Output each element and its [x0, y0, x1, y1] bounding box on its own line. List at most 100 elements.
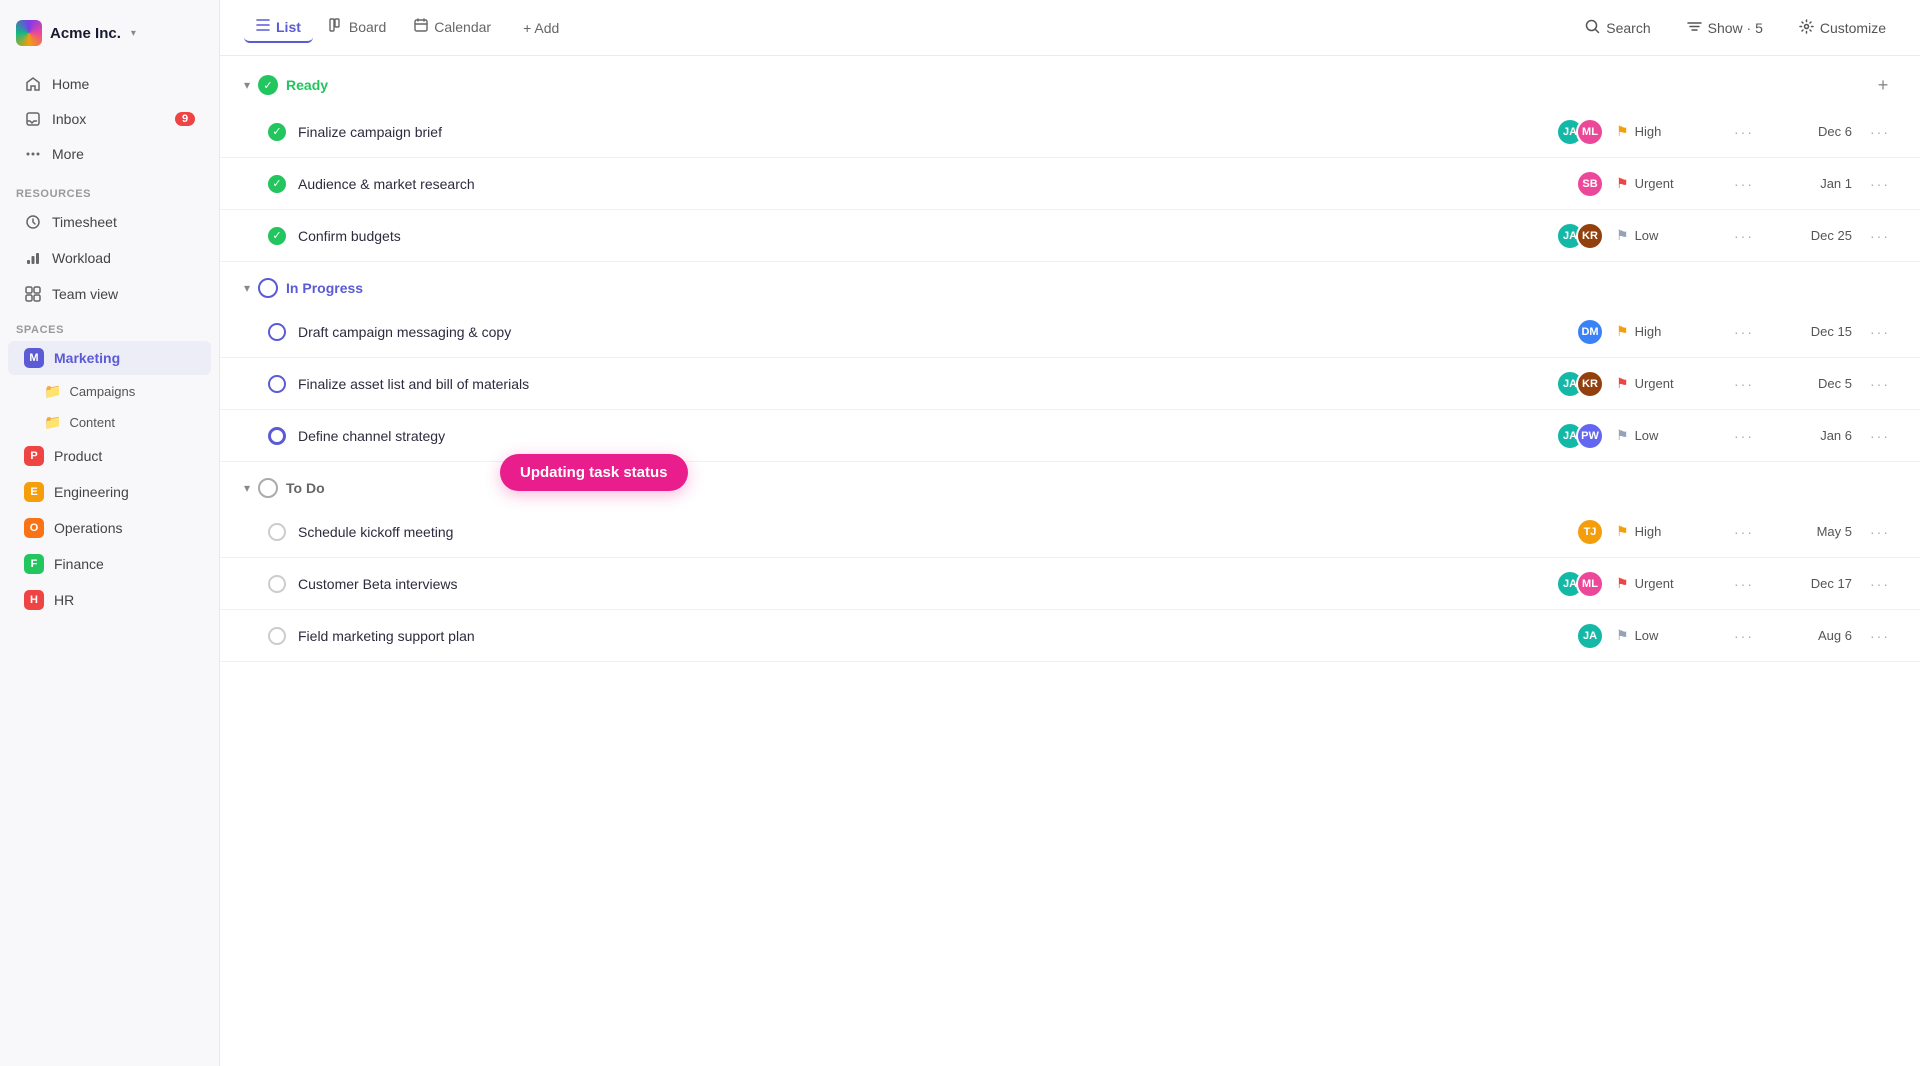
sidebar-item-campaigns[interactable]: 📁 Campaigns	[8, 377, 211, 406]
sidebar-item-timesheet[interactable]: Timesheet	[8, 205, 211, 239]
task-date-t9: Aug 6	[1772, 628, 1852, 643]
add-button[interactable]: + Add	[511, 14, 571, 42]
sidebar-item-inbox-label: Inbox	[52, 111, 86, 127]
task-avatars-t6: JA PW	[1556, 422, 1604, 450]
task-more-t1[interactable]: ···	[1728, 120, 1760, 144]
app-name: Acme Inc.	[50, 25, 121, 42]
sidebar-item-engineering[interactable]: E Engineering	[8, 475, 211, 509]
flag-icon: ⚑	[1616, 627, 1629, 644]
sidebar-item-inbox[interactable]: Inbox 9	[8, 102, 211, 136]
flag-icon: ⚑	[1616, 175, 1629, 192]
updating-task-status-tooltip: Updating task status	[500, 454, 688, 491]
sidebar-item-content[interactable]: 📁 Content	[8, 408, 211, 437]
task-options-t6[interactable]: ···	[1864, 424, 1896, 448]
sidebar-item-more[interactable]: More	[8, 137, 211, 171]
task-name-t4: Draft campaign messaging & copy	[298, 324, 1564, 340]
section-todo-header[interactable]: ▾ To Do	[220, 462, 1920, 506]
main-nav: Home Inbox 9 More	[0, 62, 219, 176]
task-options-t5[interactable]: ···	[1864, 372, 1896, 396]
customize-label: Customize	[1820, 20, 1886, 36]
ready-add-button[interactable]: +	[1870, 72, 1896, 98]
task-date-t3: Dec 25	[1772, 228, 1852, 243]
topbar: List Board Calendar + Add	[220, 0, 1920, 56]
task-options-t3[interactable]: ···	[1864, 224, 1896, 248]
todo-section-label: To Do	[286, 480, 325, 496]
task-options-t9[interactable]: ···	[1864, 624, 1896, 648]
priority-label-t4: High	[1635, 324, 1662, 339]
avatar: SB	[1576, 170, 1604, 198]
avatar: KR	[1576, 370, 1604, 398]
task-more-t5[interactable]: ···	[1728, 372, 1760, 396]
sidebar-item-teamview[interactable]: Team view	[8, 277, 211, 311]
sidebar-item-operations[interactable]: O Operations	[8, 511, 211, 545]
table-row: Customer Beta interviews JA ML ⚑ Urgent …	[220, 558, 1920, 610]
sidebar-item-finance[interactable]: F Finance	[8, 547, 211, 581]
priority-label-t5: Urgent	[1635, 376, 1674, 391]
task-name-t3: Confirm budgets	[298, 228, 1544, 244]
task-options-t8[interactable]: ···	[1864, 572, 1896, 596]
table-row: Finalize asset list and bill of material…	[220, 358, 1920, 410]
task-more-t6[interactable]: ···	[1728, 424, 1760, 448]
task-list: ▾ ✓ Ready + ✓ Finalize campaign brief JA…	[220, 56, 1920, 1066]
task-status-t3[interactable]: ✓	[268, 227, 286, 245]
task-status-t7[interactable]	[268, 523, 286, 541]
task-avatars-t8: JA ML	[1556, 570, 1604, 598]
section-ready-header[interactable]: ▾ ✓ Ready +	[220, 56, 1920, 106]
task-more-t8[interactable]: ···	[1728, 572, 1760, 596]
task-more-t9[interactable]: ···	[1728, 624, 1760, 648]
tab-list[interactable]: List	[244, 12, 313, 43]
chevron-down-icon: ▾	[131, 28, 136, 39]
sidebar-item-workload-label: Workload	[52, 250, 111, 266]
inprogress-status-icon	[258, 278, 278, 298]
task-more-t4[interactable]: ···	[1728, 320, 1760, 344]
customize-button[interactable]: Customize	[1789, 13, 1896, 43]
sidebar-item-marketing[interactable]: M Marketing	[8, 341, 211, 375]
avatar: DM	[1576, 318, 1604, 346]
task-options-t7[interactable]: ···	[1864, 520, 1896, 544]
task-status-t1[interactable]: ✓	[268, 123, 286, 141]
flag-icon: ⚑	[1616, 575, 1629, 592]
task-options-t4[interactable]: ···	[1864, 320, 1896, 344]
show-icon	[1687, 19, 1702, 37]
sidebar-item-workload[interactable]: Workload	[8, 241, 211, 275]
task-avatars-t2: SB	[1576, 170, 1604, 198]
resources-section-label: Resources	[0, 176, 219, 204]
list-icon	[256, 18, 270, 35]
task-more-t2[interactable]: ···	[1728, 172, 1760, 196]
task-name-t9: Field marketing support plan	[298, 628, 1564, 644]
avatar: KR	[1576, 222, 1604, 250]
task-name-t2: Audience & market research	[298, 176, 1564, 192]
task-status-t2[interactable]: ✓	[268, 175, 286, 193]
task-priority-t2: ⚑ Urgent	[1616, 175, 1716, 192]
app-logo[interactable]: Acme Inc. ▾	[0, 12, 219, 62]
flag-icon: ⚑	[1616, 523, 1629, 540]
task-avatars-t5: JA KR	[1556, 370, 1604, 398]
sidebar-item-home[interactable]: Home	[8, 67, 211, 101]
gear-icon	[1799, 19, 1814, 37]
task-options-t2[interactable]: ···	[1864, 172, 1896, 196]
sidebar-item-engineering-label: Engineering	[54, 484, 129, 500]
task-more-t3[interactable]: ···	[1728, 224, 1760, 248]
sidebar-item-hr[interactable]: H HR	[8, 583, 211, 617]
task-status-t6[interactable]	[268, 427, 286, 445]
task-status-t9[interactable]	[268, 627, 286, 645]
priority-label-t3: Low	[1635, 228, 1659, 243]
task-status-t8[interactable]	[268, 575, 286, 593]
add-label: + Add	[523, 20, 559, 36]
sidebar-item-product[interactable]: P Product	[8, 439, 211, 473]
task-more-t7[interactable]: ···	[1728, 520, 1760, 544]
sidebar: Acme Inc. ▾ Home Inbox 9	[0, 0, 220, 1066]
tab-calendar[interactable]: Calendar	[402, 12, 503, 43]
search-button[interactable]: Search	[1575, 13, 1660, 43]
task-options-t1[interactable]: ···	[1864, 120, 1896, 144]
task-status-t5[interactable]	[268, 375, 286, 393]
tab-board[interactable]: Board	[317, 12, 398, 43]
priority-label-t2: Urgent	[1635, 176, 1674, 191]
task-avatars-t9: JA	[1576, 622, 1604, 650]
avatar: PW	[1576, 422, 1604, 450]
task-status-t4[interactable]	[268, 323, 286, 341]
workload-icon	[24, 249, 42, 267]
section-inprogress-header[interactable]: ▾ In Progress	[220, 262, 1920, 306]
table-row: Draft campaign messaging & copy DM ⚑ Hig…	[220, 306, 1920, 358]
show-button[interactable]: Show · 5	[1677, 13, 1773, 43]
